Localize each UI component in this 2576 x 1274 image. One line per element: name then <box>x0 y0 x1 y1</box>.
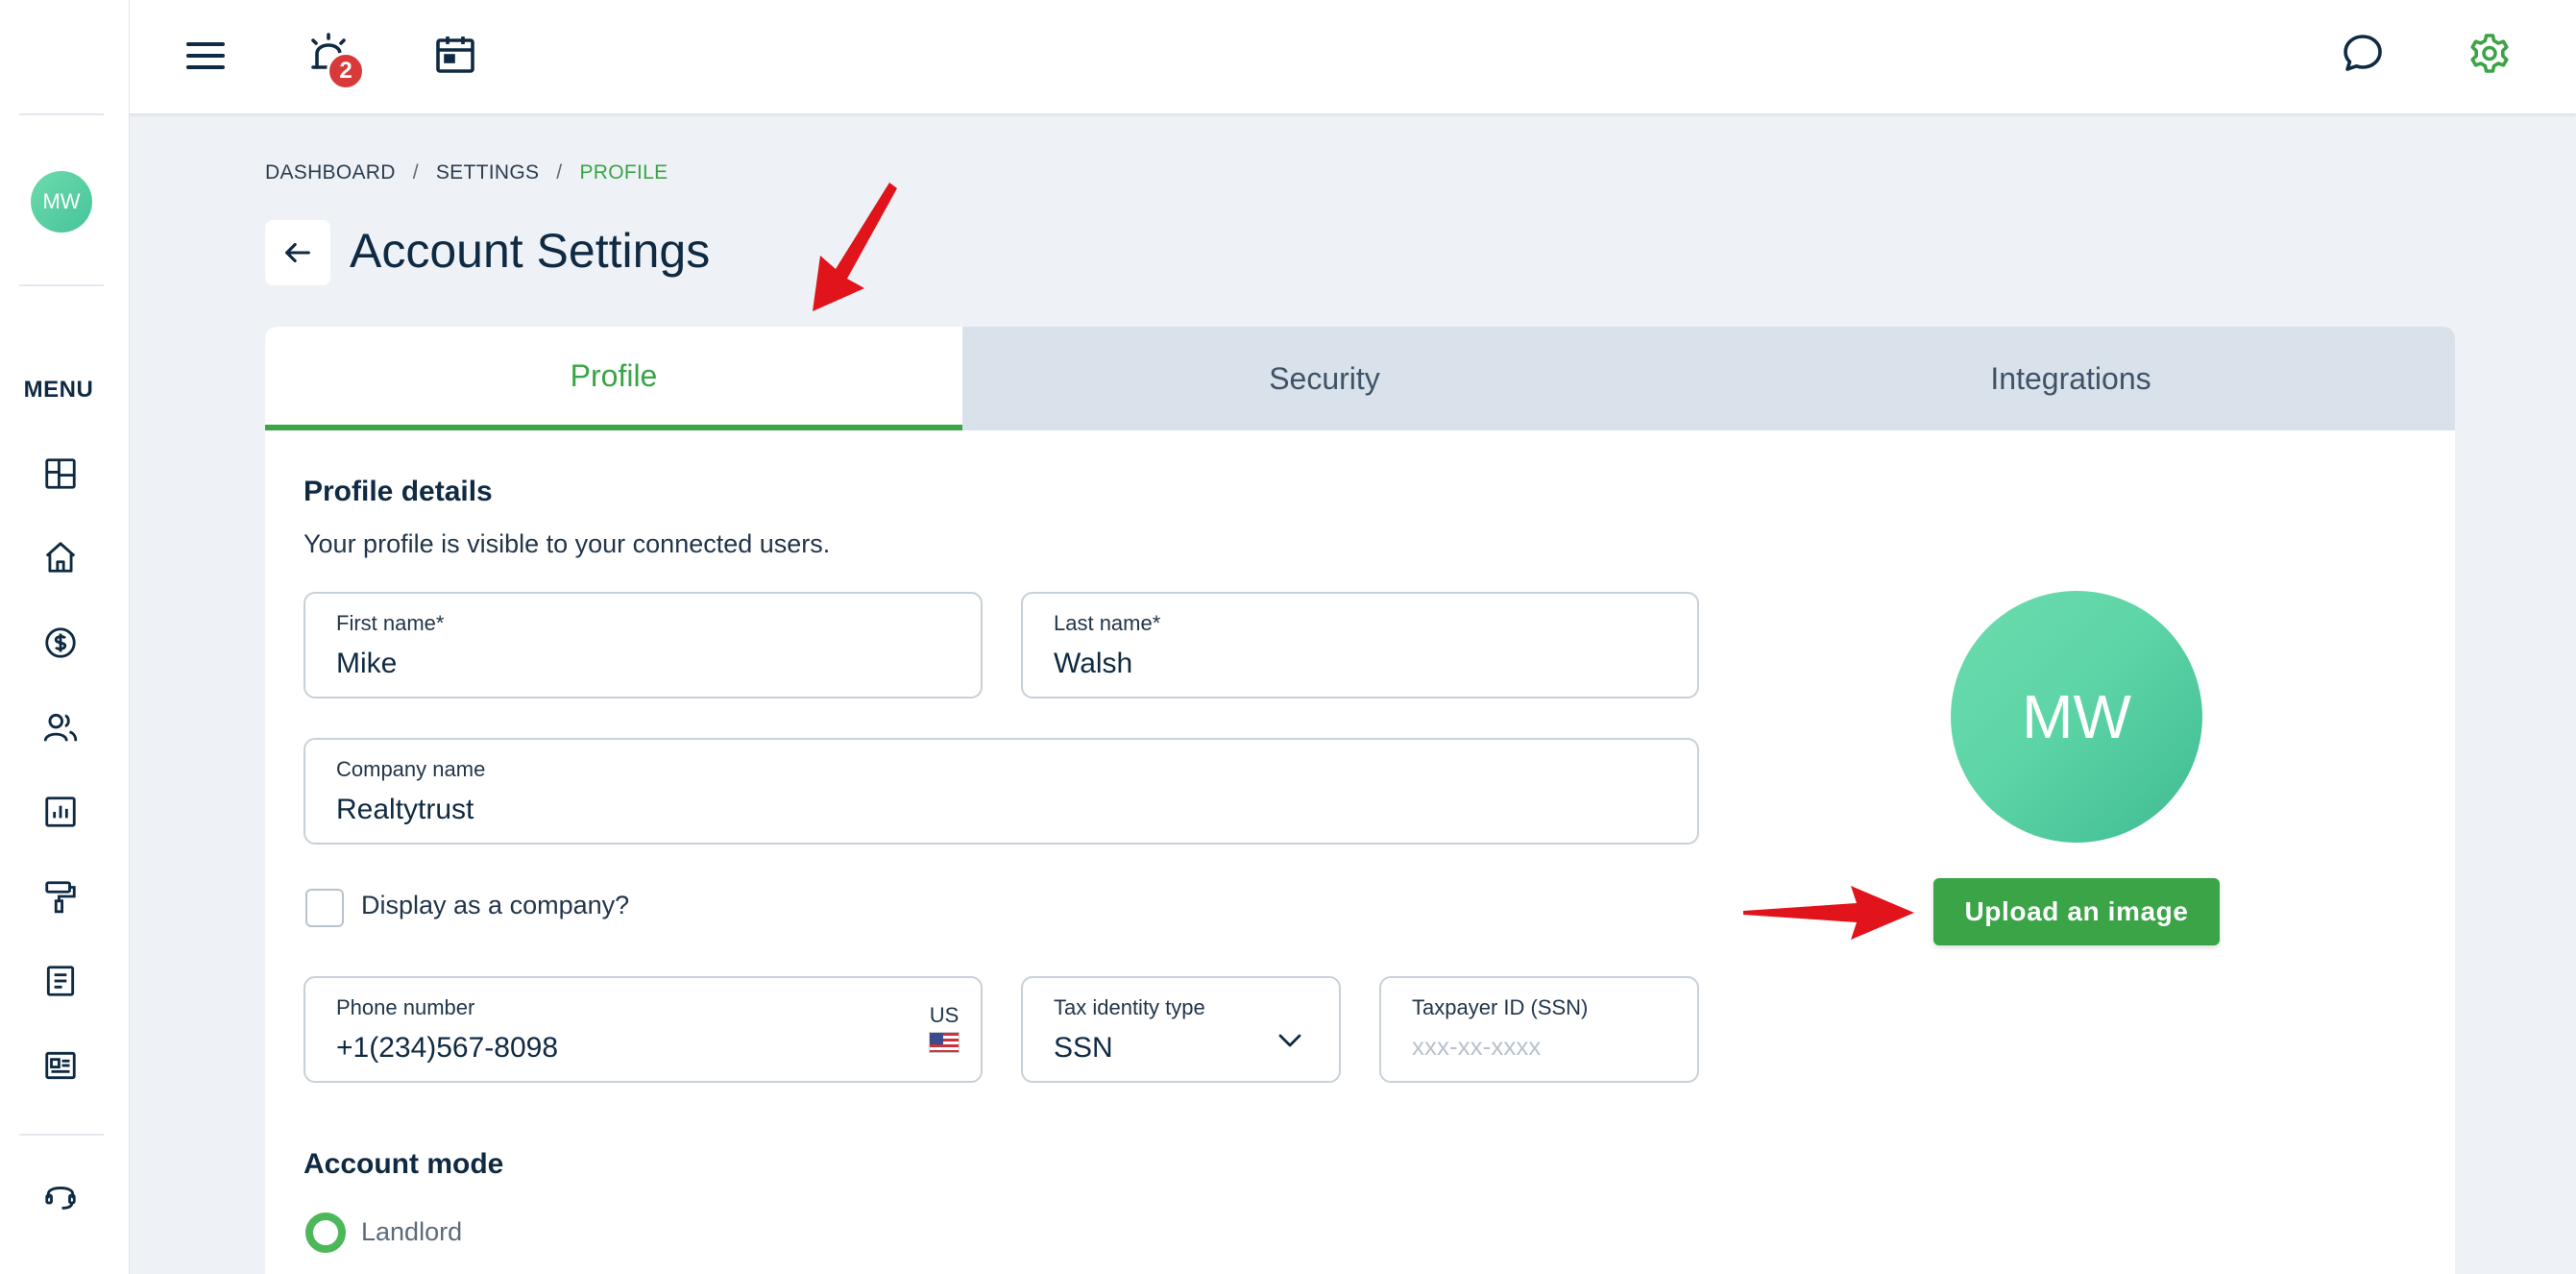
first-name-value: Mike <box>336 648 398 679</box>
breadcrumb-profile: PROFILE <box>579 161 668 184</box>
headset-icon[interactable] <box>38 1173 83 1217</box>
breadcrumb-separator: / <box>412 161 419 184</box>
landlord-radio-label[interactable]: Landlord <box>361 1217 462 1247</box>
paint-roller-icon[interactable] <box>38 874 83 919</box>
profile-avatar: MW <box>1951 591 2202 843</box>
breadcrumb-settings[interactable]: SETTINGS <box>436 161 539 184</box>
arrow-left-icon <box>285 242 310 263</box>
last-name-field[interactable]: Last name* Walsh <box>1021 592 1699 698</box>
dollar-icon[interactable] <box>38 621 83 665</box>
back-button[interactable] <box>265 220 330 285</box>
sidebar-divider <box>19 1134 104 1136</box>
account-mode-title: Account mode <box>304 1148 504 1180</box>
country-selector[interactable]: US <box>929 1003 960 1053</box>
tax-identity-value: SSN <box>1054 1032 1113 1064</box>
newspaper-icon[interactable] <box>38 1043 83 1088</box>
hamburger-menu-icon[interactable] <box>177 27 234 85</box>
display-as-company-label[interactable]: Display as a company? <box>361 891 629 920</box>
taxpayer-id-placeholder: xxx-xx-xxxx <box>1412 1032 1542 1061</box>
tab-integrations[interactable]: Integrations <box>1687 327 2455 430</box>
phone-number-field[interactable]: Phone number +1(234)567-8098 US <box>304 976 983 1083</box>
breadcrumb-dashboard[interactable]: DASHBOARD <box>265 161 396 184</box>
annotation-arrow-icon <box>813 183 897 311</box>
company-name-value: Realtytrust <box>336 794 474 825</box>
display-as-company-checkbox[interactable] <box>305 889 344 927</box>
dashboard-icon[interactable] <box>38 452 83 496</box>
chart-icon[interactable] <box>38 790 83 834</box>
gear-icon[interactable] <box>2461 25 2518 83</box>
document-icon[interactable] <box>38 959 83 1003</box>
us-flag-icon <box>929 1032 960 1053</box>
taxpayer-id-field[interactable]: Taxpayer ID (SSN) xxx-xx-xxxx <box>1379 976 1699 1083</box>
top-bar: 2 <box>129 0 2576 113</box>
users-icon[interactable] <box>38 705 83 749</box>
home-icon[interactable] <box>38 535 83 579</box>
tax-identity-select[interactable]: Tax identity type SSN <box>1021 976 1341 1083</box>
company-name-label: Company name <box>336 757 486 781</box>
notification-badge: 2 <box>327 52 365 90</box>
chevron-down-icon <box>1278 1034 1301 1047</box>
profile-details-subtitle: Your profile is visible to your connecte… <box>304 529 831 558</box>
company-name-field[interactable]: Company name Realtytrust <box>304 738 1699 845</box>
tab-profile[interactable]: Profile <box>265 327 962 430</box>
first-name-label: First name* <box>336 611 445 635</box>
first-name-field[interactable]: First name* Mike <box>304 592 983 698</box>
sidebar-divider <box>19 284 104 286</box>
sidebar-avatar[interactable]: MW <box>31 171 92 233</box>
last-name-value: Walsh <box>1054 648 1133 679</box>
breadcrumb: DASHBOARD / SETTINGS / PROFILE <box>265 161 668 184</box>
tab-security[interactable]: Security <box>962 327 1687 430</box>
landlord-radio[interactable] <box>305 1213 346 1253</box>
sidebar-menu-label: MENU <box>23 377 94 403</box>
last-name-label: Last name* <box>1054 611 1161 635</box>
phone-number-label: Phone number <box>336 995 475 1019</box>
page-title: Account Settings <box>350 224 711 278</box>
phone-number-value: +1(234)567-8098 <box>336 1032 559 1064</box>
upload-image-button[interactable]: Upload an image <box>1933 878 2220 945</box>
calendar-icon[interactable] <box>426 25 484 83</box>
profile-details-title: Profile details <box>304 476 493 507</box>
taxpayer-id-label: Taxpayer ID (SSN) <box>1412 995 1589 1019</box>
tab-bar: Profile Security Integrations <box>265 327 2455 430</box>
breadcrumb-separator: / <box>556 161 563 184</box>
sidebar-divider <box>19 113 104 115</box>
tax-identity-label: Tax identity type <box>1054 995 1205 1019</box>
country-code: US <box>929 1003 960 1027</box>
sidebar: MW MENU <box>0 0 129 1274</box>
chat-icon[interactable] <box>2334 25 2392 83</box>
